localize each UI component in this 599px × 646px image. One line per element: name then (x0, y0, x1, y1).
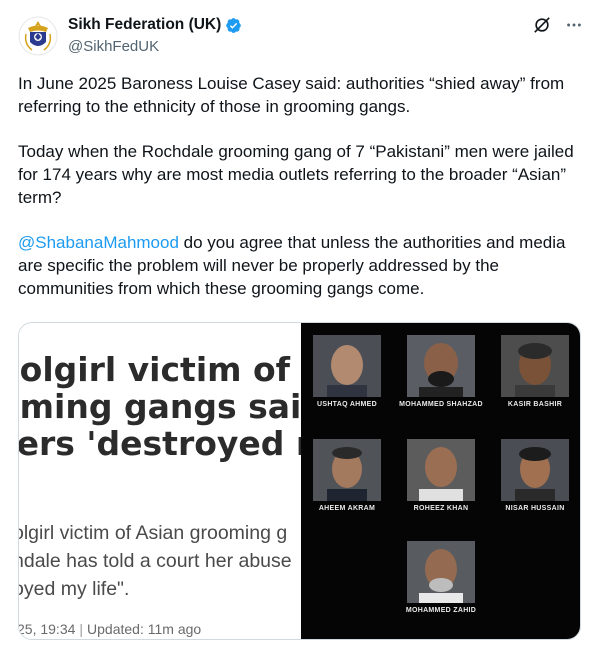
mention-link[interactable]: @ShabanaMahmood (18, 233, 179, 252)
mugshot-photo (407, 541, 475, 603)
summary-line: ndale has told a court her abuse (19, 550, 292, 572)
summary-line: olgirl victim of Asian grooming g (19, 522, 288, 544)
mugshot-name: MOHAMMED ZAHID (405, 607, 477, 614)
mugshot-photo (313, 335, 381, 397)
tweet-text: In June 2025 Baroness Louise Casey said:… (18, 72, 583, 322)
article-screenshot[interactable]: oolgirl victim of Asi oming gangs said s… (19, 323, 301, 639)
mugshot: AHEEM AKRAM (307, 433, 387, 523)
tweet-media[interactable]: oolgirl victim of Asi oming gangs said s… (18, 322, 581, 640)
tweet-paragraph: In June 2025 Baroness Louise Casey said:… (18, 74, 565, 116)
grok-icon[interactable] (533, 16, 551, 34)
article-summary: olgirl victim of Asian grooming g ndale … (19, 519, 301, 603)
mugshot-name: AHEEM AKRAM (318, 505, 376, 512)
mugshot: MOHAMMED SHAHZAD (399, 329, 483, 419)
mugshot-name: USHTAQ AHMED (317, 401, 377, 408)
tweet-paragraph: Today when the Rochdale grooming gang of… (18, 142, 574, 207)
mugshot-photo (407, 335, 475, 397)
mugshot: MOHAMMED ZAHID (401, 535, 481, 625)
mugshot-photo (407, 439, 475, 501)
tweet-paragraph: @ShabanaMahmood do you agree that unless… (18, 231, 583, 300)
tweet-header: Sikh Federation (UK) @SikhFedUK (18, 12, 583, 60)
article-updated: Updated: 11m ago (87, 621, 202, 637)
display-name[interactable]: Sikh Federation (UK) (68, 16, 221, 34)
headline-line: oolgirl victim of Asi (19, 350, 301, 389)
mugshot-photo (501, 335, 569, 397)
mugshot: USHTAQ AHMED (307, 329, 387, 419)
avatar[interactable] (18, 16, 58, 56)
summary-line: oyed my life". (19, 578, 130, 600)
headline-line: oming gangs said (19, 387, 301, 426)
mugshot-name: ROHEEZ KHAN (413, 505, 469, 512)
mugshot: KASIR BASHIR (495, 329, 575, 419)
mugshot: ROHEEZ KHAN (401, 433, 481, 523)
mugshot-name: MOHAMMED SHAHZAD (399, 401, 483, 408)
mugshot-name: KASIR BASHIR (507, 401, 563, 408)
verified-badge-icon (225, 17, 242, 34)
headline-line: sers 'destroyed my (19, 424, 301, 463)
sikh-federation-crest-icon (18, 16, 58, 56)
article-headline: oolgirl victim of Asi oming gangs said s… (19, 351, 301, 462)
mugshot-name: NISAR HUSSAIN (505, 505, 565, 512)
handle[interactable]: @SikhFedUK (68, 38, 159, 55)
article-meta: 25, 19:34 | Updated: 11m ago (19, 621, 202, 637)
more-options-icon[interactable] (565, 16, 583, 34)
mugshot-grid[interactable]: USHTAQ AHMED MOHAMMED SHAHZAD KASIR BASH… (301, 323, 580, 639)
mugshot-photo (313, 439, 381, 501)
mugshot-photo (501, 439, 569, 501)
mugshot: NISAR HUSSAIN (495, 433, 575, 523)
article-date: 25, 19:34 (19, 621, 76, 637)
